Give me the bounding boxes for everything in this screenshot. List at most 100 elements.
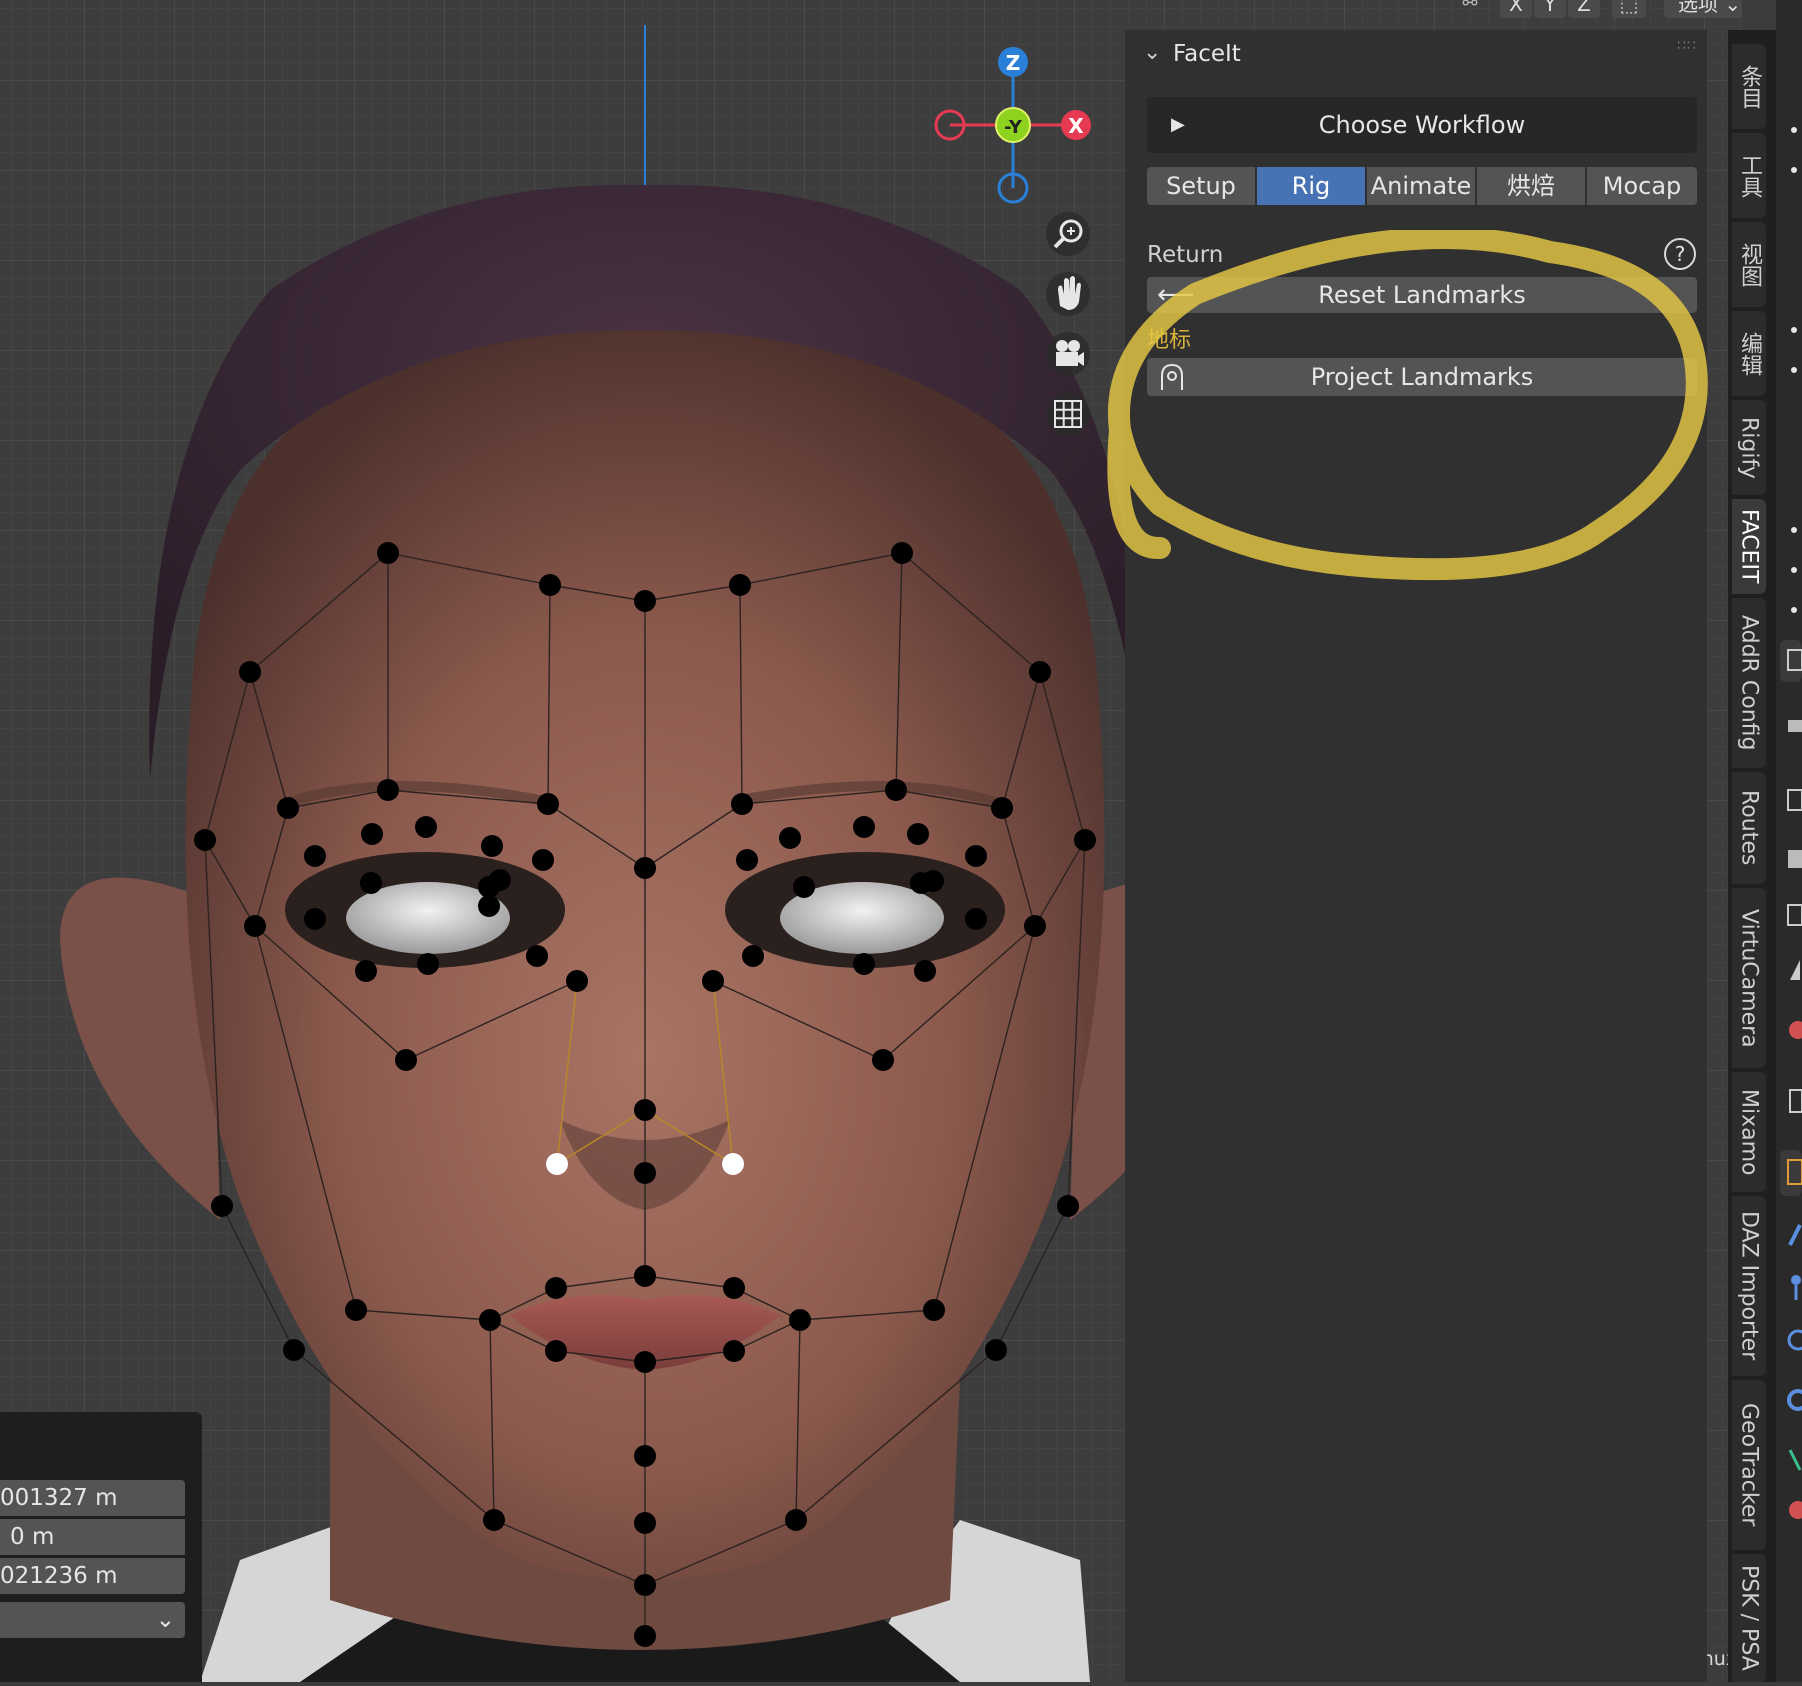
- landmark-point[interactable]: [634, 1512, 656, 1534]
- landmark-point[interactable]: [991, 797, 1013, 819]
- landmark-point[interactable]: [907, 823, 929, 845]
- landmark-point[interactable]: [194, 829, 216, 851]
- landmark-point[interactable]: [923, 1299, 945, 1321]
- landmark-point[interactable]: [985, 1339, 1007, 1361]
- landmark-point[interactable]: [545, 1277, 567, 1299]
- landmark-point[interactable]: [395, 1049, 417, 1071]
- tab-animate[interactable]: Animate: [1367, 167, 1475, 205]
- landmark-point[interactable]: [723, 1340, 745, 1362]
- landmark-point[interactable]: [793, 876, 815, 898]
- landmark-point[interactable]: [417, 953, 439, 975]
- tab-setup[interactable]: Setup: [1147, 167, 1255, 205]
- landmark-point[interactable]: [539, 574, 561, 596]
- landmark-point[interactable]: [634, 1099, 656, 1121]
- sidebar-tab-geotracker[interactable]: GeoTracker: [1732, 1380, 1766, 1550]
- tab-bake[interactable]: 烘焙: [1477, 167, 1585, 205]
- landmark-point[interactable]: [239, 661, 261, 683]
- landmark-point[interactable]: [634, 1574, 656, 1596]
- location-z-field[interactable]: 021236 m: [0, 1558, 185, 1594]
- landmark-point[interactable]: [277, 797, 299, 819]
- landmark-point[interactable]: [360, 872, 382, 894]
- landmark-point[interactable]: [244, 915, 266, 937]
- landmark-point[interactable]: [377, 779, 399, 801]
- sidebar-tab-mixamo[interactable]: Mixamo: [1732, 1072, 1766, 1192]
- landmark-point[interactable]: [702, 970, 724, 992]
- sidebar-tab-item[interactable]: 条目: [1732, 44, 1766, 129]
- landmark-point[interactable]: [634, 857, 656, 879]
- sidebar-tab-rigify[interactable]: Rigify: [1732, 400, 1766, 495]
- landmark-point[interactable]: [1024, 915, 1046, 937]
- tab-rig[interactable]: Rig: [1257, 167, 1365, 205]
- landmark-point[interactable]: [729, 574, 751, 596]
- landmark-point[interactable]: [483, 1509, 505, 1531]
- landmark-point[interactable]: [723, 1277, 745, 1299]
- landmark-point[interactable]: [885, 779, 907, 801]
- overlay-icon[interactable]: ⚯: [1452, 0, 1488, 18]
- landmark-point[interactable]: [634, 590, 656, 612]
- landmark-point[interactable]: [361, 823, 383, 845]
- selected-landmark-point[interactable]: [722, 1153, 744, 1175]
- sidebar-tab-virtucamera[interactable]: VirtuCamera: [1732, 888, 1766, 1068]
- landmark-point[interactable]: [853, 816, 875, 838]
- landmark-point[interactable]: [526, 945, 548, 967]
- landmark-point[interactable]: [481, 835, 503, 857]
- selected-landmark-point[interactable]: [546, 1153, 568, 1175]
- drag-handle-icon[interactable]: ∷∷: [1677, 38, 1697, 54]
- landmark-point[interactable]: [634, 1351, 656, 1373]
- landmark-point[interactable]: [537, 793, 559, 815]
- landmark-point[interactable]: [211, 1195, 233, 1217]
- toolbar-icons[interactable]: [1776, 0, 1802, 1682]
- landmark-point[interactable]: [965, 845, 987, 867]
- landmark-point[interactable]: [965, 908, 987, 930]
- sidebar-tab-view[interactable]: 视图: [1732, 222, 1766, 307]
- dropdown-field[interactable]: ⌄: [0, 1602, 185, 1638]
- choose-workflow-button[interactable]: ▶ Choose Workflow: [1147, 97, 1697, 153]
- landmark-point[interactable]: [415, 816, 437, 838]
- landmark-point[interactable]: [345, 1299, 367, 1321]
- location-y-field[interactable]: 0 m: [0, 1519, 185, 1555]
- sidebar-tab-edit[interactable]: 编辑: [1732, 311, 1766, 396]
- landmark-point[interactable]: [779, 827, 801, 849]
- viewport-nav-buttons[interactable]: [1040, 210, 1096, 440]
- sidebar-tab-faceit[interactable]: FACEIT: [1732, 499, 1766, 594]
- landmark-point[interactable]: [1057, 1195, 1079, 1217]
- landmark-point[interactable]: [304, 908, 326, 930]
- sidebar-tab-psk-psa[interactable]: PSK / PSA: [1732, 1554, 1766, 1682]
- sidebar-tab-tool[interactable]: 工具: [1732, 133, 1766, 218]
- sidebar-tab-routes[interactable]: Routes: [1732, 772, 1766, 884]
- options-dropdown[interactable]: 选项 ⌄: [1664, 0, 1742, 18]
- landmark-point[interactable]: [355, 960, 377, 982]
- landmark-point[interactable]: [532, 849, 554, 871]
- landmark-point[interactable]: [1074, 829, 1096, 851]
- axis-y-toggle[interactable]: Y: [1534, 0, 1566, 18]
- location-x-field[interactable]: 001327 m: [0, 1480, 185, 1516]
- landmark-point[interactable]: [742, 945, 764, 967]
- landmark-point[interactable]: [914, 960, 936, 982]
- landmark-point[interactable]: [872, 1049, 894, 1071]
- landmark-point[interactable]: [634, 1445, 656, 1467]
- landmark-point[interactable]: [922, 870, 944, 892]
- landmark-point[interactable]: [853, 953, 875, 975]
- landmark-point[interactable]: [634, 1625, 656, 1647]
- landmark-point[interactable]: [634, 1162, 656, 1184]
- landmark-point[interactable]: [785, 1509, 807, 1531]
- landmark-point[interactable]: [478, 895, 500, 917]
- snap-icon[interactable]: ⬚: [1612, 0, 1646, 18]
- landmark-point[interactable]: [634, 1265, 656, 1287]
- landmark-point[interactable]: [1029, 661, 1051, 683]
- chevron-down-icon[interactable]: ⌄: [1143, 40, 1161, 65]
- tab-mocap[interactable]: Mocap: [1587, 167, 1697, 205]
- landmark-point[interactable]: [736, 849, 758, 871]
- landmark-point[interactable]: [789, 1309, 811, 1331]
- landmark-point[interactable]: [283, 1339, 305, 1361]
- landmark-point[interactable]: [891, 542, 913, 564]
- axis-x-toggle[interactable]: X: [1500, 0, 1532, 18]
- sidebar-tab-addr-config[interactable]: AddR Config: [1732, 598, 1766, 768]
- faceit-panel-header[interactable]: ⌄ FaceIt ∷∷: [1125, 30, 1707, 80]
- landmark-point[interactable]: [489, 869, 511, 891]
- landmark-point[interactable]: [566, 970, 588, 992]
- landmark-point[interactable]: [304, 845, 326, 867]
- landmark-point[interactable]: [479, 1309, 501, 1331]
- landmark-point[interactable]: [731, 793, 753, 815]
- landmark-point[interactable]: [377, 542, 399, 564]
